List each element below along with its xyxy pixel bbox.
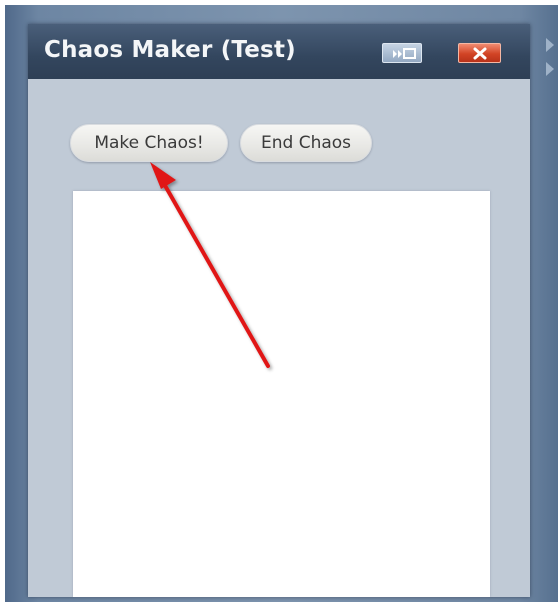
window-title: Chaos Maker (Test): [44, 37, 296, 63]
close-button[interactable]: [458, 43, 501, 63]
window-titlebar[interactable]: Chaos Maker (Test): [28, 24, 530, 79]
make-chaos-button[interactable]: Make Chaos!: [70, 124, 228, 162]
collapse-chevrons-icon[interactable]: [543, 35, 557, 85]
dock-button[interactable]: [382, 43, 422, 63]
dock-icon: [393, 48, 416, 59]
chaos-maker-window: Chaos Maker (Test) Make Chaos! End Chaos: [28, 24, 530, 597]
chaos-output-panel: [73, 191, 490, 597]
end-chaos-button[interactable]: End Chaos: [240, 124, 372, 162]
close-icon: [473, 47, 487, 60]
